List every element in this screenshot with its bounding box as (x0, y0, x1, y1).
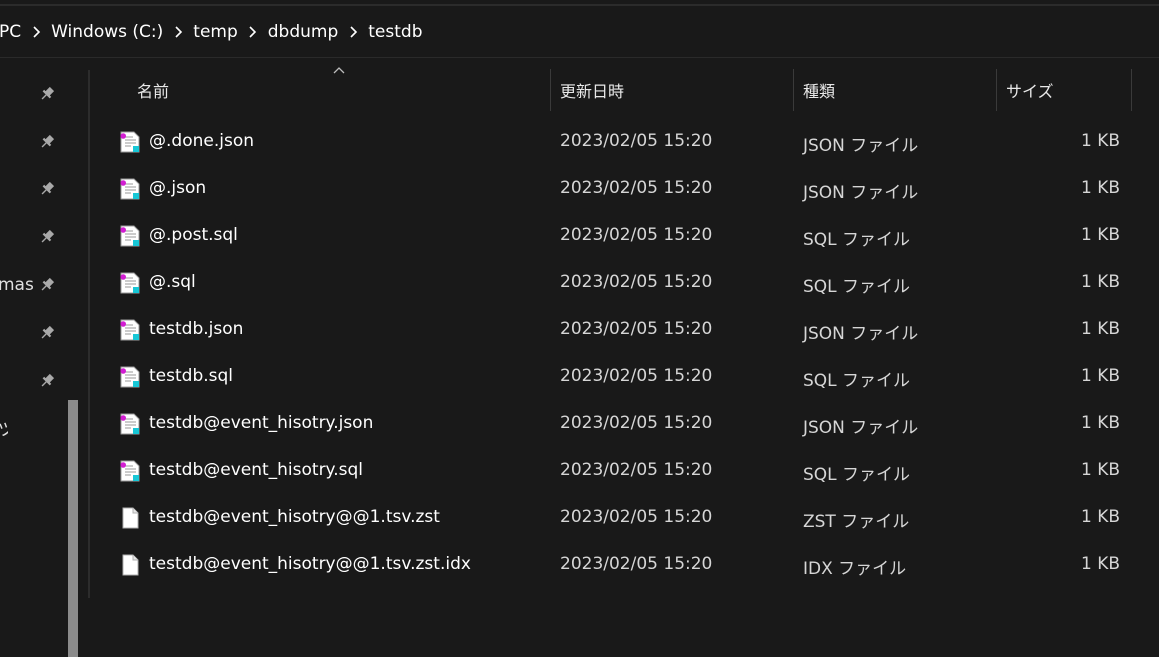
chevron-right-icon[interactable] (25, 22, 47, 42)
blank-file-icon (120, 554, 140, 576)
script-file-icon (120, 178, 140, 200)
file-modified: 2023/02/05 15:20 (560, 366, 713, 386)
file-row[interactable]: @.json 2023/02/05 15:20 JSON ファイル 1 KB (90, 165, 1159, 212)
script-file-icon (120, 460, 140, 482)
column-header-type-label: 種類 (803, 82, 836, 101)
breadcrumb-dbdump[interactable]: dbdump (264, 22, 343, 42)
file-row[interactable]: @.sql 2023/02/05 15:20 SQL ファイル 1 KB (90, 259, 1159, 306)
file-type: SQL ファイル (803, 277, 911, 297)
chevron-right-icon[interactable] (242, 22, 264, 42)
script-file-icon (120, 319, 140, 341)
file-name[interactable]: @.sql (149, 272, 196, 292)
file-name[interactable]: @.json (149, 178, 206, 198)
file-size: 1 KB (1080, 554, 1120, 574)
nav-scrollbar-thumb[interactable] (68, 400, 78, 657)
breadcrumb-temp[interactable]: temp (189, 22, 241, 42)
file-type: JSON ファイル (803, 324, 919, 344)
script-file-icon (120, 272, 140, 294)
file-name[interactable]: testdb@event_hisotry@@1.tsv.zst.idx (149, 554, 471, 574)
file-type: SQL ファイル (803, 465, 911, 485)
breadcrumb-pc[interactable]: PC (0, 22, 25, 42)
script-file-icon (120, 366, 140, 388)
file-row[interactable]: @.post.sql 2023/02/05 15:20 SQL ファイル 1 KB (90, 212, 1159, 259)
file-type: IDX ファイル (803, 559, 907, 579)
pin-icon[interactable] (38, 133, 56, 151)
nav-item-label[interactable]: ヅ (0, 415, 8, 440)
file-row[interactable]: testdb.sql 2023/02/05 15:20 SQL ファイル 1 KB (90, 353, 1159, 400)
pin-icon[interactable] (38, 228, 56, 246)
file-name[interactable]: testdb@event_hisotry.json (149, 413, 373, 433)
file-modified: 2023/02/05 15:20 (560, 178, 713, 198)
column-divider[interactable] (996, 69, 997, 111)
file-type: JSON ファイル (803, 418, 919, 438)
column-header-modified-label: 更新日時 (560, 82, 625, 101)
column-divider[interactable] (793, 69, 794, 111)
pin-icon[interactable] (38, 85, 56, 103)
file-modified: 2023/02/05 15:20 (560, 272, 713, 292)
script-file-icon (120, 225, 140, 247)
file-row[interactable]: testdb@event_hisotry.sql 2023/02/05 15:20… (90, 447, 1159, 494)
file-row[interactable]: @.done.json 2023/02/05 15:20 JSON ファイル 1 KB (90, 118, 1159, 165)
pin-icon[interactable] (38, 276, 56, 294)
file-row[interactable]: testdb@event_hisotry@@1.tsv.zst.idx 2023/… (90, 541, 1159, 588)
script-file-icon (120, 413, 140, 435)
file-modified: 2023/02/05 15:20 (560, 460, 713, 480)
file-name[interactable]: testdb@event_hisotry.sql (149, 460, 363, 480)
file-size: 1 KB (1080, 225, 1120, 245)
file-size: 1 KB (1080, 413, 1120, 433)
file-name[interactable]: testdb.json (149, 319, 243, 339)
column-header-row: 名前 更新日時 種類 サイズ (90, 67, 1159, 111)
file-size: 1 KB (1080, 319, 1120, 339)
address-bar[interactable]: PC Windows (C:) temp dbdump testdb (0, 6, 1159, 58)
file-size: 1 KB (1080, 178, 1120, 198)
file-modified: 2023/02/05 15:20 (560, 131, 713, 151)
column-header-size[interactable]: サイズ (1006, 69, 1130, 111)
file-name[interactable]: @.post.sql (149, 225, 238, 245)
chevron-right-icon[interactable] (342, 22, 364, 42)
file-size: 1 KB (1080, 460, 1120, 480)
file-row[interactable]: testdb.json 2023/02/05 15:20 JSON ファイル 1 KB (90, 306, 1159, 353)
script-file-icon (120, 131, 140, 153)
file-type: SQL ファイル (803, 371, 911, 391)
file-list: 名前 更新日時 種類 サイズ @.done.json 2023/02/05 15:… (90, 59, 1159, 598)
column-header-type[interactable]: 種類 (803, 69, 995, 111)
file-size: 1 KB (1080, 507, 1120, 527)
column-divider[interactable] (1131, 69, 1132, 111)
chevron-right-icon[interactable] (167, 22, 189, 42)
file-type: JSON ファイル (803, 136, 919, 156)
column-header-name-label: 名前 (137, 82, 170, 101)
column-divider[interactable] (550, 69, 551, 111)
nav-item-label[interactable]: mast (0, 275, 34, 295)
pin-icon[interactable] (38, 180, 56, 198)
file-modified: 2023/02/05 15:20 (560, 319, 713, 339)
file-name[interactable]: testdb.sql (149, 366, 233, 386)
file-modified: 2023/02/05 15:20 (560, 507, 713, 527)
file-size: 1 KB (1080, 131, 1120, 151)
file-name[interactable]: @.done.json (149, 131, 254, 151)
blank-file-icon (120, 507, 140, 529)
file-type: SQL ファイル (803, 230, 911, 250)
column-header-name[interactable]: 名前 (137, 69, 549, 111)
file-modified: 2023/02/05 15:20 (560, 554, 713, 574)
file-modified: 2023/02/05 15:20 (560, 225, 713, 245)
breadcrumb-testdb[interactable]: testdb (364, 22, 426, 42)
breadcrumb-windows-c[interactable]: Windows (C:) (47, 22, 167, 42)
file-type: ZST ファイル (803, 512, 910, 532)
column-header-size-label: サイズ (1006, 82, 1054, 101)
file-name[interactable]: testdb@event_hisotry@@1.tsv.zst (149, 507, 440, 527)
navigation-pane[interactable]: mast ヅ (0, 59, 82, 657)
column-header-modified[interactable]: 更新日時 (560, 69, 792, 111)
file-row[interactable]: testdb@event_hisotry@@1.tsv.zst 2023/02/0… (90, 494, 1159, 541)
pin-icon[interactable] (38, 372, 56, 390)
file-size: 1 KB (1080, 366, 1120, 386)
pin-icon[interactable] (38, 324, 56, 342)
file-modified: 2023/02/05 15:20 (560, 413, 713, 433)
file-size: 1 KB (1080, 272, 1120, 292)
file-row[interactable]: testdb@event_hisotry.json 2023/02/05 15:2… (90, 400, 1159, 447)
file-type: JSON ファイル (803, 183, 919, 203)
